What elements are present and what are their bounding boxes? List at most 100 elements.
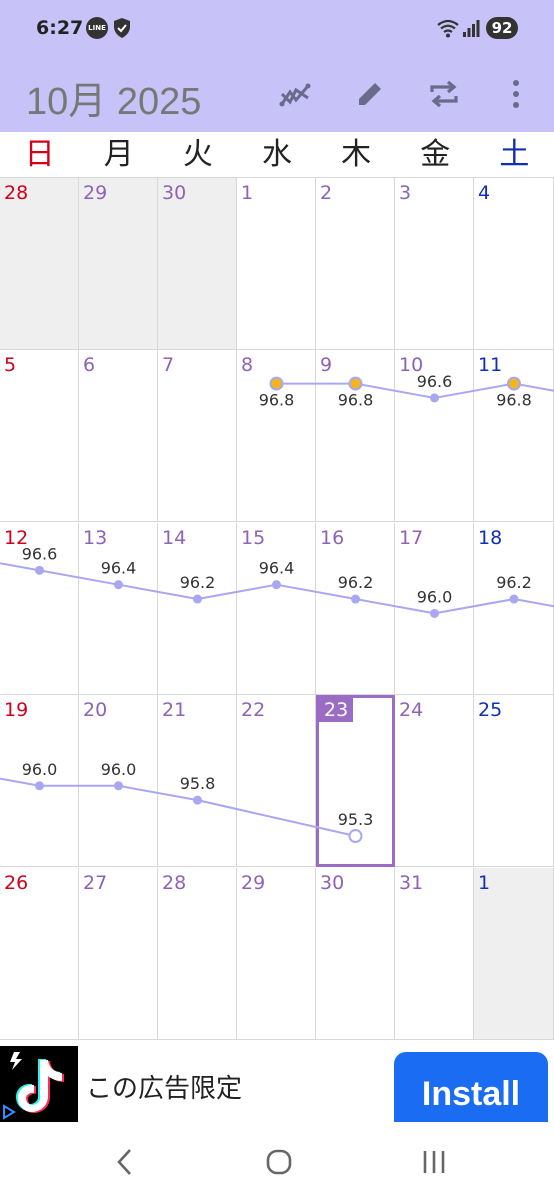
day-number: 11: [478, 354, 503, 376]
status-time: 6:27: [36, 17, 84, 39]
day-cell[interactable]: 9: [316, 350, 395, 522]
day-number: 5: [4, 354, 17, 376]
repeat-icon[interactable]: [424, 74, 464, 114]
day-number: 29: [241, 872, 266, 894]
ad-headline[interactable]: この広告限定: [86, 1068, 242, 1105]
day-number: 30: [320, 872, 345, 894]
recents-icon[interactable]: [412, 1142, 456, 1182]
day-cell[interactable]: 15: [237, 523, 316, 695]
weekday-tue: 火: [182, 137, 213, 172]
home-icon[interactable]: [257, 1142, 301, 1182]
day-cell[interactable]: 11: [474, 350, 554, 522]
day-number: 1: [478, 872, 491, 894]
tiktok-logo[interactable]: [0, 1046, 78, 1122]
day-number: 24: [399, 699, 424, 721]
install-button[interactable]: Install: [394, 1052, 548, 1122]
weekday-sat: 土: [499, 137, 530, 172]
day-number: 27: [83, 872, 108, 894]
day-number: 8: [241, 354, 254, 376]
day-number: 2: [320, 182, 333, 204]
ad-banner[interactable]: この広告限定 Install: [0, 1040, 554, 1122]
day-cell[interactable]: 2: [316, 178, 395, 350]
day-cell[interactable]: 31: [395, 868, 474, 1040]
day-cell[interactable]: 17: [395, 523, 474, 695]
day-cell[interactable]: 8: [237, 350, 316, 522]
day-cell[interactable]: 1: [474, 868, 554, 1040]
day-number: 6: [83, 354, 96, 376]
line-app-icon: LINE: [86, 17, 108, 39]
day-number: 15: [241, 527, 266, 549]
day-cell[interactable]: 20: [79, 695, 158, 867]
day-number: 25: [478, 699, 503, 721]
shield-check-icon: [114, 18, 130, 38]
app-screen: 6:27 LINE 92 10月 2025 日 月 火 水 木 金 土 28 2…: [0, 0, 554, 1200]
day-cell-today[interactable]: 23: [316, 695, 395, 867]
day-number: 28: [162, 872, 187, 894]
day-number: 4: [478, 182, 491, 204]
weekday-mon: 月: [103, 137, 134, 172]
day-cell[interactable]: 16: [316, 523, 395, 695]
day-number: 14: [162, 527, 187, 549]
day-number: 9: [320, 354, 333, 376]
system-nav-bar: [0, 1122, 554, 1200]
day-number: 30: [162, 182, 187, 204]
day-cell[interactable]: 29: [237, 868, 316, 1040]
day-cell[interactable]: 22: [237, 695, 316, 867]
chart-icon[interactable]: [276, 74, 316, 114]
day-number: 18: [478, 527, 503, 549]
day-number: 13: [83, 527, 108, 549]
day-cell[interactable]: 27: [79, 868, 158, 1040]
day-number: 17: [399, 527, 424, 549]
weekday-header: 日 月 火 水 木 金 土: [0, 132, 554, 178]
day-number: 16: [320, 527, 345, 549]
day-cell[interactable]: 5: [0, 350, 79, 522]
day-cell[interactable]: 28: [158, 868, 237, 1040]
wifi-icon: [437, 19, 459, 38]
app-bar: 10月 2025: [0, 58, 554, 132]
day-cell[interactable]: 18: [474, 523, 554, 695]
day-cell[interactable]: 13: [79, 523, 158, 695]
day-number: 7: [162, 354, 175, 376]
day-cell[interactable]: 24: [395, 695, 474, 867]
weekday-sun: 日: [24, 137, 55, 172]
day-number: 22: [241, 699, 266, 721]
more-icon[interactable]: [496, 74, 536, 114]
day-number: 28: [4, 182, 29, 204]
day-number: 19: [4, 699, 29, 721]
day-number: 3: [399, 182, 412, 204]
day-cell[interactable]: 10: [395, 350, 474, 522]
day-cell[interactable]: 29: [79, 178, 158, 350]
day-number: 10: [399, 354, 424, 376]
day-cell[interactable]: 1: [237, 178, 316, 350]
day-cell[interactable]: 25: [474, 695, 554, 867]
weekday-wed: 水: [261, 137, 292, 172]
edit-icon[interactable]: [350, 74, 390, 114]
calendar-grid: 28 29 30 1 2 3 4 5 6 7 8 9 10 11 12 13 14 15 16 17 18 19 20 21 2…: [0, 178, 554, 1040]
day-cell[interactable]: 14: [158, 523, 237, 695]
day-cell[interactable]: 7: [158, 350, 237, 522]
battery-indicator: 92: [486, 17, 518, 39]
day-number: 20: [83, 699, 108, 721]
month-title[interactable]: 10月 2025: [26, 70, 201, 125]
weekday-fri: 金: [420, 137, 451, 172]
day-cell[interactable]: 30: [158, 178, 237, 350]
day-cell[interactable]: 12: [0, 523, 79, 695]
day-cell[interactable]: 26: [0, 868, 79, 1040]
status-bar: 6:27 LINE 92: [0, 0, 554, 58]
day-number: 23: [319, 698, 354, 722]
day-number: 29: [83, 182, 108, 204]
day-number: 12: [4, 527, 29, 549]
day-cell[interactable]: 6: [79, 350, 158, 522]
weekday-thu: 木: [341, 137, 372, 172]
day-number: 21: [162, 699, 187, 721]
day-cell[interactable]: 4: [474, 178, 554, 350]
day-cell[interactable]: 30: [316, 868, 395, 1040]
back-icon[interactable]: [102, 1142, 146, 1182]
day-cell[interactable]: 19: [0, 695, 79, 867]
day-cell[interactable]: 21: [158, 695, 237, 867]
signal-icon: [463, 20, 480, 37]
day-cell[interactable]: 3: [395, 178, 474, 350]
day-number: 26: [4, 872, 29, 894]
day-number: 1: [241, 182, 254, 204]
day-cell[interactable]: 28: [0, 178, 79, 350]
